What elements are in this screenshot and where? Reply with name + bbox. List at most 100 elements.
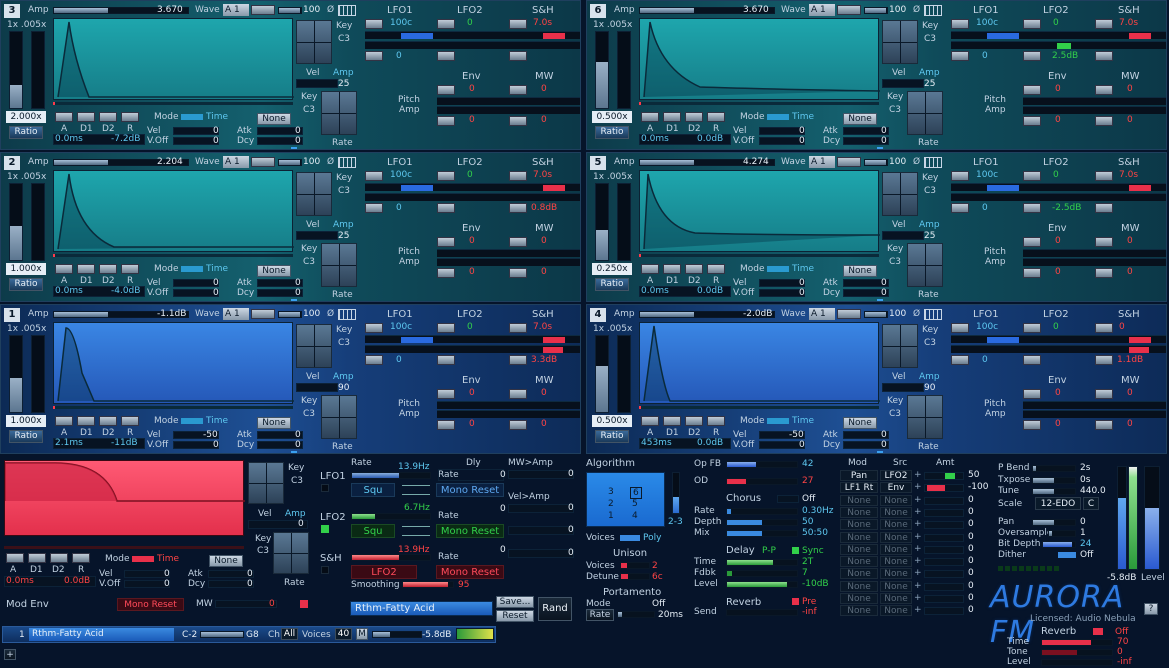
env-d2-shape[interactable] [99, 264, 117, 274]
mod-row-3[interactable] [1023, 249, 1166, 257]
ratio-value[interactable]: 1.000x [6, 415, 46, 427]
pitch-sh-shape[interactable] [509, 19, 527, 29]
pitch-sh-shape[interactable] [1095, 19, 1113, 29]
amp-lfo1-shape[interactable] [951, 51, 969, 61]
modmatrix-mod-6[interactable]: None [840, 543, 878, 555]
bottom-level-slider[interactable] [372, 631, 422, 638]
lfo1-wave-select[interactable]: Squ [351, 483, 395, 497]
pitch-lfo1-shape[interactable] [951, 171, 969, 181]
vel-amp-slider[interactable] [882, 383, 924, 392]
mod-row-1[interactable] [951, 31, 1166, 39]
mod-env-key-pad[interactable] [248, 462, 284, 504]
lfo2-rate-slider[interactable] [351, 513, 431, 520]
rate-pad[interactable] [907, 243, 943, 287]
modmatrix-src-8[interactable]: None [880, 568, 912, 580]
env-d2-shape[interactable] [685, 112, 703, 122]
mw-pitch-shape[interactable] [509, 237, 527, 247]
lfo2-mono-reset[interactable]: Mono Reset [436, 524, 504, 538]
ratio-coarse-bar[interactable] [595, 31, 609, 109]
amp-sh-shape[interactable] [509, 203, 527, 213]
phase-icon[interactable] [338, 309, 356, 320]
modmatrix-sign-10[interactable]: + [914, 593, 922, 603]
reverb2-tone-slider[interactable] [1041, 649, 1113, 656]
patch-rand-button[interactable]: Rand [538, 597, 572, 621]
env-pitch-shape[interactable] [1023, 85, 1041, 95]
pitch-sh-shape[interactable] [509, 323, 527, 333]
env-d2-shape[interactable] [99, 112, 117, 122]
mod-row-4[interactable] [1023, 106, 1166, 114]
mw-amp-shape[interactable] [509, 116, 527, 126]
wave-mix-slider[interactable] [278, 7, 302, 14]
ratio-coarse-bar[interactable] [595, 335, 609, 413]
master-level-slider[interactable] [1144, 466, 1160, 570]
mode-led[interactable] [767, 266, 789, 272]
amp-sh-shape[interactable] [1095, 203, 1113, 213]
modmatrix-mod-7[interactable]: None [840, 556, 878, 568]
bottom-ch-select[interactable]: All [281, 628, 298, 640]
modmatrix-amt-slider-4[interactable] [924, 521, 964, 530]
mod-row-1[interactable] [365, 31, 580, 39]
modmatrix-src-6[interactable]: None [880, 543, 912, 555]
delay-sync-led[interactable] [792, 547, 799, 554]
env-a-shape[interactable] [55, 112, 73, 122]
chorus-mix-slider[interactable] [726, 530, 798, 537]
scale-select[interactable]: 12-EDO [1035, 497, 1081, 510]
mode-none-button[interactable]: None [843, 417, 877, 429]
env-d1-shape[interactable] [663, 264, 681, 274]
rate-pad[interactable] [321, 91, 357, 135]
modmatrix-mod-8[interactable]: None [840, 568, 878, 580]
key-pad[interactable] [296, 324, 332, 368]
pitch-sh-shape[interactable] [509, 171, 527, 181]
patch-reset-button[interactable]: Reset [496, 610, 534, 622]
env-d1-shape[interactable] [77, 416, 95, 426]
vel-amp-slider[interactable] [296, 383, 338, 392]
phase-icon[interactable] [924, 157, 942, 168]
unison-detune-slider[interactable] [620, 573, 650, 580]
ratio-coarse-bar[interactable] [9, 183, 23, 261]
mod-env-rate-pad[interactable] [273, 532, 309, 574]
pitch-lfo1-shape[interactable] [951, 19, 969, 29]
mod-row-3[interactable] [437, 97, 580, 105]
modmatrix-mod-9[interactable]: None [840, 580, 878, 592]
amp-envelope-display[interactable] [639, 170, 881, 252]
lfo1-dly-slider[interactable] [438, 469, 504, 481]
ratio-button[interactable]: Ratio [9, 430, 43, 443]
modmatrix-sign-8[interactable]: + [914, 568, 922, 578]
mod-row-1[interactable] [365, 183, 580, 191]
wave-select[interactable]: A 1 [809, 4, 835, 16]
patch-save-button[interactable]: Save... [496, 596, 534, 608]
mw-pitch-shape[interactable] [1095, 389, 1113, 399]
modmatrix-amt-slider-10[interactable] [924, 595, 964, 603]
mod-env-mode-led[interactable] [132, 556, 154, 562]
bottom-voices-value[interactable]: 40 [335, 628, 352, 640]
ratio-coarse-bar[interactable] [9, 335, 23, 413]
lfo1-mono-reset[interactable]: Mono Reset [436, 483, 504, 497]
sh-rate-slider[interactable] [351, 554, 431, 561]
operator-number[interactable]: 2 [4, 156, 20, 170]
sh-led[interactable] [321, 566, 329, 574]
env-a-shape[interactable] [641, 264, 659, 274]
mod-row-2[interactable] [365, 41, 580, 49]
modmatrix-sign-7[interactable]: + [914, 556, 922, 566]
modmatrix-sign-1[interactable]: + [914, 482, 922, 492]
env-d1-shape[interactable] [663, 112, 681, 122]
mode-none-button[interactable]: None [257, 417, 291, 429]
mode-led[interactable] [181, 266, 203, 272]
env-r-shape[interactable] [121, 264, 139, 274]
help-button[interactable]: ? [1144, 603, 1158, 615]
mw-pitch-shape[interactable] [509, 389, 527, 399]
chorus-depth-slider[interactable] [726, 519, 798, 526]
bottom-range-slider[interactable] [200, 631, 244, 638]
mod-row-2[interactable] [951, 41, 1166, 49]
mod-row-2[interactable] [365, 193, 580, 201]
reverb2-time-slider[interactable] [1041, 639, 1113, 646]
amp-lfo2-shape[interactable] [1023, 51, 1041, 61]
pitch-lfo2-shape[interactable] [1023, 323, 1041, 333]
scale-root-button[interactable]: C [1083, 497, 1099, 510]
mod-row-3[interactable] [1023, 401, 1166, 409]
ratio-button[interactable]: Ratio [595, 126, 629, 139]
amp-sh-shape[interactable] [509, 355, 527, 365]
chorus-toggle[interactable] [777, 495, 799, 503]
env-pitch-shape[interactable] [437, 389, 455, 399]
modmatrix-mod-5[interactable]: None [840, 531, 878, 543]
